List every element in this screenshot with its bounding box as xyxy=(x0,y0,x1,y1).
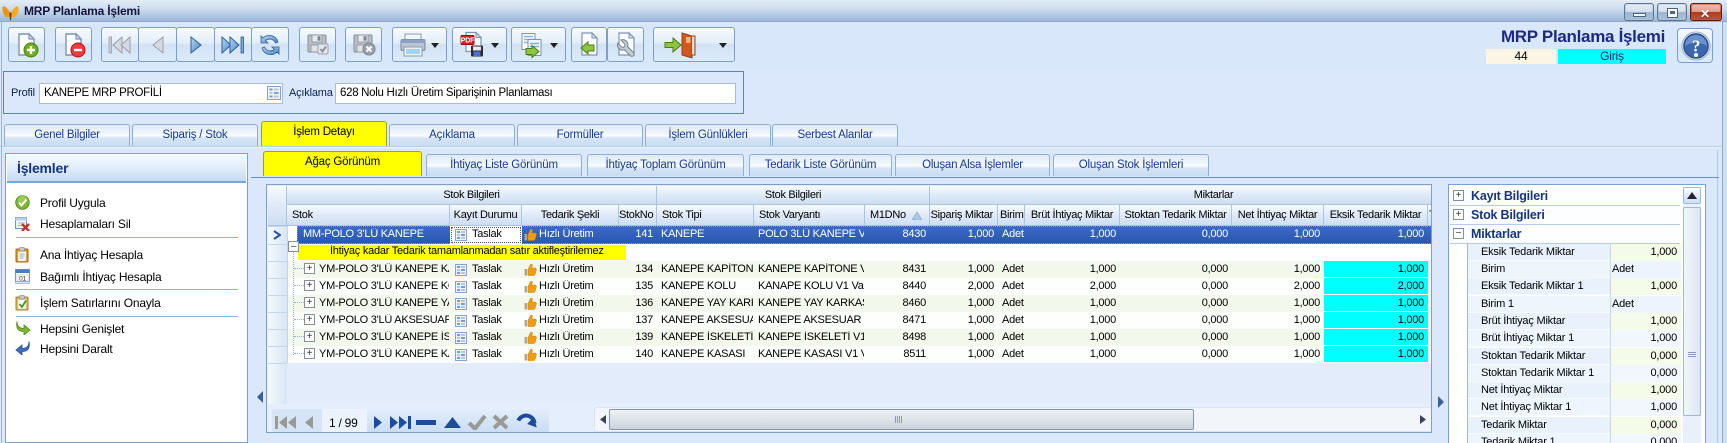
svg-text:?: ? xyxy=(1692,37,1700,56)
svg-text:PDF: PDF xyxy=(461,37,475,44)
